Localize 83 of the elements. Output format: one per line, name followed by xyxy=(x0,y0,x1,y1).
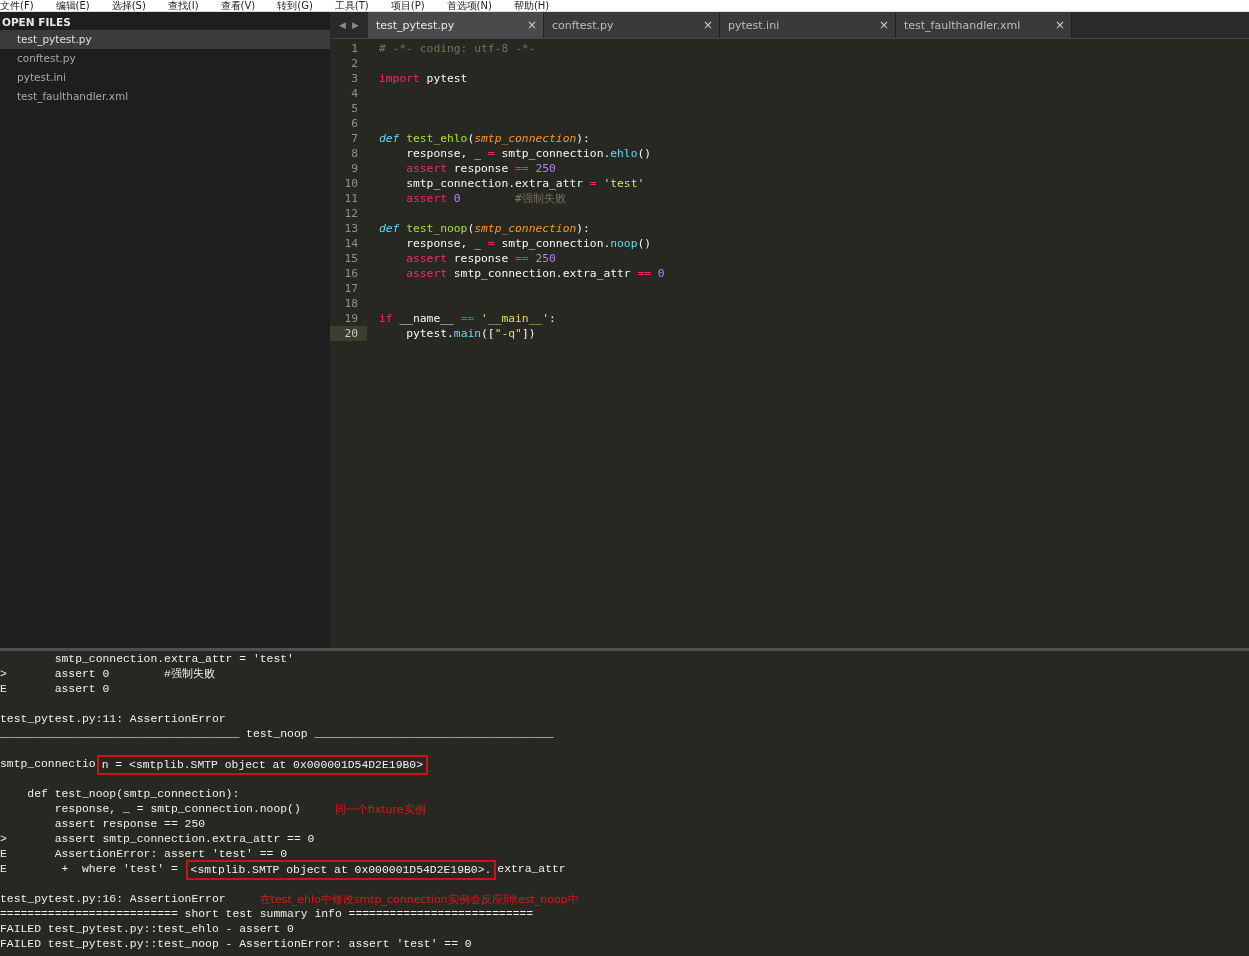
code-line: assert 0 #强制失败 xyxy=(405,191,566,206)
menu-item[interactable]: 查找(I) xyxy=(167,0,199,11)
console-line: ========================== short test summary info =========================== xyxy=(0,907,534,922)
menu-item[interactable]: 首选项(N) xyxy=(446,0,492,11)
line-number: 3 xyxy=(350,71,359,86)
tab-label: test_pytest.py xyxy=(376,18,455,32)
code-line: def test_noop(smtp_connection): xyxy=(379,221,590,236)
console-line: E AssertionError: assert 'test' == 0 xyxy=(0,847,288,862)
file-tab[interactable]: pytest.ini × xyxy=(720,12,896,38)
console-line: FAILED test_pytest.py::test_ehlo - assert 0 xyxy=(0,922,294,937)
console-line: response, _ = smtp_connection.noop() xyxy=(53,802,301,817)
menu-item[interactable]: 编辑(E) xyxy=(55,0,90,11)
tab-label: pytest.ini xyxy=(728,18,780,32)
code-line: assert response == 250 xyxy=(405,161,556,176)
code-line: # -*- coding: utf-8 -*- xyxy=(379,41,536,56)
line-number: 10 xyxy=(343,176,359,191)
line-number: 9 xyxy=(350,161,359,176)
menu-item[interactable]: 帮助(H) xyxy=(513,0,550,11)
annotation-text: 同一个fixture实例 xyxy=(334,802,426,817)
line-number: 16 xyxy=(343,266,359,281)
console-line: test_pytest.py:11: AssertionError xyxy=(0,712,226,727)
menu-item[interactable]: 转到(G) xyxy=(277,0,313,11)
line-number: 2 xyxy=(350,56,359,71)
console-line: ___________________________________ test_noop ___________________________________ xyxy=(0,727,554,742)
file-tab[interactable]: test_faulthandler.xml × xyxy=(896,12,1072,38)
code-line: smtp_connection.extra_attr = 'test' xyxy=(405,176,645,191)
console-line: E + where 'test' = xyxy=(0,862,179,877)
line-number: 7 xyxy=(350,131,359,146)
line-number: 11 xyxy=(343,191,359,206)
console-line: > assert 0 #强制失败 xyxy=(0,667,215,682)
line-number: 1 xyxy=(350,41,359,56)
next-tab-button[interactable]: ▶ xyxy=(352,20,359,30)
line-number: 15 xyxy=(343,251,359,266)
line-number: 14 xyxy=(343,236,359,251)
file-item[interactable]: test_faulthandler.xml xyxy=(0,87,330,106)
menu-item[interactable]: 项目(P) xyxy=(390,0,425,11)
code-line: assert response == 250 xyxy=(405,251,556,266)
console-line: smtp_connection.extra_attr = 'test' xyxy=(53,652,294,667)
code-line: response, _ = smtp_connection.noop() xyxy=(405,236,652,251)
code-line: pytest.main(["-q"]) xyxy=(405,326,536,341)
file-item[interactable]: pytest.ini xyxy=(0,68,330,87)
tab-label: test_faulthandler.xml xyxy=(904,18,1021,32)
file-tab[interactable]: test_pytest.py × xyxy=(368,12,544,38)
console-line: def test_noop(smtp_connection): xyxy=(26,787,240,802)
console-line: FAILED test_pytest.py::test_noop - AssertionError: assert 'test' == 0 xyxy=(0,937,472,952)
close-icon[interactable]: × xyxy=(1054,18,1065,32)
line-number: 6 xyxy=(350,116,359,131)
close-icon[interactable]: × xyxy=(702,18,713,32)
code-line: assert smtp_connection.extra_attr == 0 xyxy=(405,266,665,281)
file-item[interactable]: conftest.py xyxy=(0,49,330,68)
code-line: def test_ehlo(smtp_connection): xyxy=(379,131,590,146)
close-icon[interactable]: × xyxy=(526,18,537,32)
line-number: 20 xyxy=(330,326,367,341)
console-line: > assert smtp_connection.extra_attr == 0 xyxy=(0,832,315,847)
line-number: 8 xyxy=(350,146,359,161)
console-line: extra_attr xyxy=(497,862,566,877)
code-line: import pytest xyxy=(379,71,468,86)
file-tab[interactable]: conftest.py × xyxy=(544,12,720,38)
menu-item[interactable]: 工具(T) xyxy=(334,0,369,11)
highlighted-text: <smtplib.SMTP object at 0x000001D54D2E19B0>. xyxy=(185,859,497,880)
menu-item[interactable]: 文件(F) xyxy=(0,0,34,11)
line-number: 19 xyxy=(343,311,359,326)
sidebar-title: OPEN FILES xyxy=(1,15,72,30)
highlighted-text: n = <smtplib.SMTP object at 0x000001D54D2E19B0> xyxy=(96,754,428,775)
file-item[interactable]: test_pytest.py xyxy=(0,30,330,49)
close-icon[interactable]: × xyxy=(878,18,889,32)
tab-label: conftest.py xyxy=(552,18,614,32)
console-line: assert response == 250 xyxy=(53,817,206,832)
line-number: 17 xyxy=(343,281,359,296)
console-line: E assert 0 xyxy=(0,682,110,697)
menu-item[interactable]: 查看(V) xyxy=(220,0,256,11)
code-line: response, _ = smtp_connection.ehlo() xyxy=(405,146,652,161)
previous-tab-button[interactable]: ◀ xyxy=(339,20,346,30)
line-number: 13 xyxy=(343,221,359,236)
annotation-text: 在test_ehlo中修改smtp_connection实例会反应到test_noop中 xyxy=(259,892,579,907)
console-line: smtp_connectio xyxy=(0,757,96,772)
line-number: 5 xyxy=(350,101,359,116)
menu-item[interactable]: 选择(S) xyxy=(111,0,146,11)
line-number: 12 xyxy=(343,206,359,221)
console-line: test_pytest.py:16: AssertionError xyxy=(0,892,226,907)
code-line: if __name__ == '__main__': xyxy=(379,311,556,326)
line-number: 4 xyxy=(350,86,359,101)
line-number: 18 xyxy=(343,296,359,311)
